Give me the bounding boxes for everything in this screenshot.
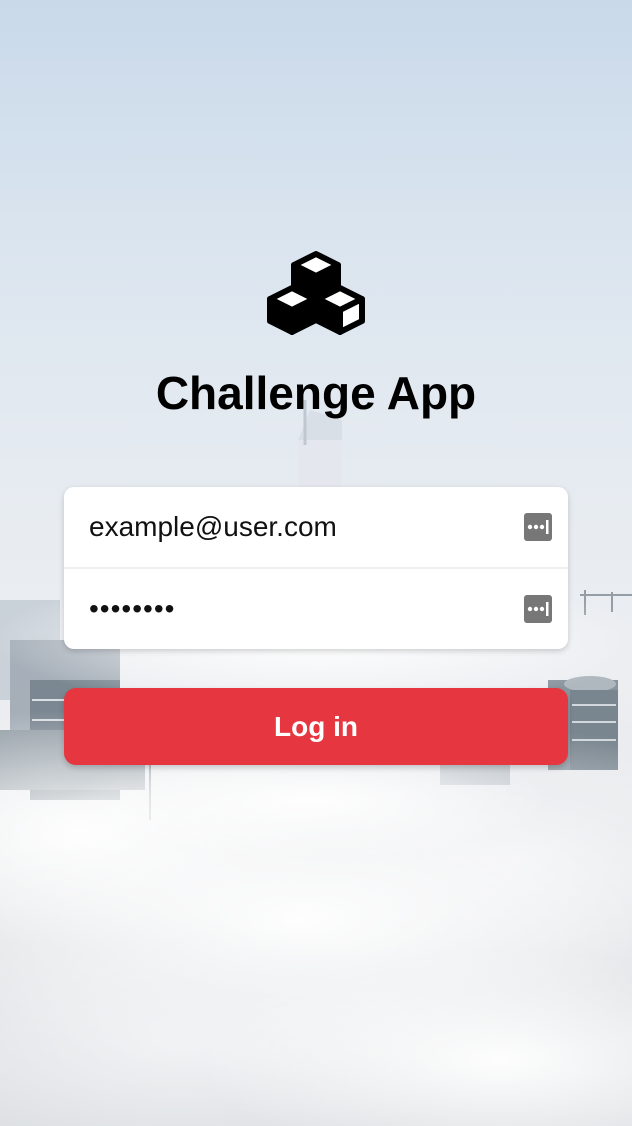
- password-field-row: [64, 569, 568, 649]
- email-field-row: [64, 487, 568, 567]
- password-input[interactable]: [89, 589, 509, 629]
- fog-clouds: [0, 570, 632, 1126]
- password-manager-icon[interactable]: [524, 595, 552, 623]
- email-input[interactable]: [89, 507, 509, 547]
- login-button[interactable]: Log in: [64, 688, 568, 765]
- cubes-icon: [266, 250, 366, 338]
- password-manager-icon[interactable]: [524, 513, 552, 541]
- login-form-card: [64, 487, 568, 649]
- app-title: Challenge App: [155, 367, 477, 419]
